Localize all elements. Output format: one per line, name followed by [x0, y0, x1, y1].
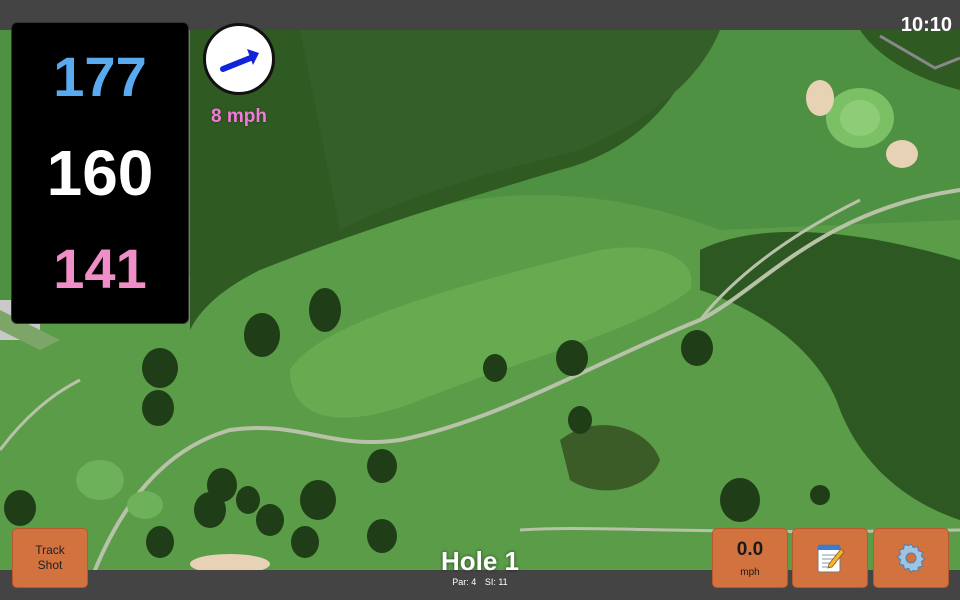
track-shot-label-line2: Shot [37, 558, 63, 572]
hole-meta: Par: 4 SI: 11 [380, 577, 580, 587]
middle-distance: 160 [46, 137, 154, 209]
front-distance: 141 [53, 237, 147, 300]
par-label: Par: 4 [452, 577, 477, 587]
clock: 10:10 [900, 14, 952, 36]
speed-value: 0.0 [736, 538, 764, 560]
notes-button[interactable] [792, 528, 868, 588]
settings-button[interactable] [873, 528, 949, 588]
stroke-index-label: SI: 11 [484, 577, 508, 587]
speed-unit: mph [740, 566, 760, 578]
distance-panel[interactable]: 177 160 141 [11, 22, 189, 324]
back-distance: 177 [53, 45, 147, 108]
notepad-icon [817, 544, 845, 573]
arrow-icon [220, 49, 259, 72]
track-shot-button[interactable]: Track Shot [12, 528, 88, 588]
speed-button[interactable]: 0.0 mph [712, 528, 788, 588]
hole-title: Hole 1 [440, 546, 520, 576]
gear-icon [896, 543, 926, 573]
track-shot-label-line1: Track [35, 543, 65, 557]
wind-speed: 8 mph [211, 106, 267, 127]
wind-direction-dial[interactable] [203, 23, 275, 95]
